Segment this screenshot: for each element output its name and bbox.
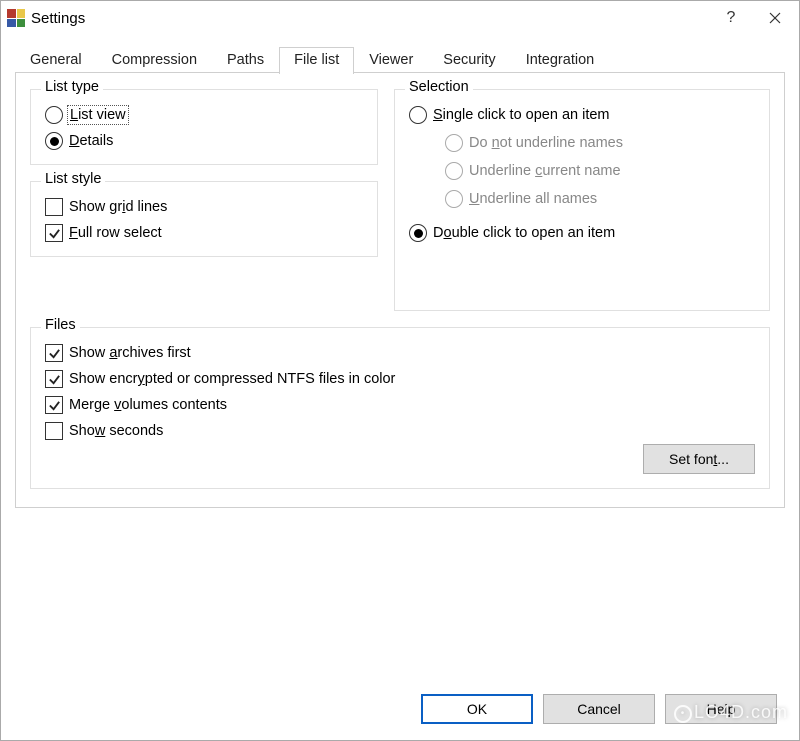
check-show-archives-label: Show archives first bbox=[69, 345, 191, 361]
checkbox-icon bbox=[45, 422, 63, 440]
checkbox-icon bbox=[45, 370, 63, 388]
tab-viewer[interactable]: Viewer bbox=[354, 47, 428, 74]
radio-details[interactable]: Details bbox=[45, 132, 363, 150]
app-icon bbox=[7, 9, 25, 27]
checkbox-icon bbox=[45, 224, 63, 242]
tab-paths[interactable]: Paths bbox=[212, 47, 279, 74]
check-merge-volumes-label: Merge volumes contents bbox=[69, 397, 227, 413]
tabstrip: General Compression Paths File list View… bbox=[15, 43, 785, 73]
radio-double-click-label: Double click to open an item bbox=[433, 225, 615, 241]
group-list-style-legend: List style bbox=[41, 171, 105, 187]
radio-icon bbox=[445, 162, 463, 180]
radio-underline-current-label: Underline current name bbox=[469, 163, 621, 179]
tab-panel-file-list: List type List view Details bbox=[15, 73, 785, 508]
check-merge-volumes[interactable]: Merge volumes contents bbox=[45, 396, 755, 414]
check-show-grid-label: Show grid lines bbox=[69, 199, 167, 215]
check-full-row-label: Full row select bbox=[69, 225, 162, 241]
close-button[interactable] bbox=[753, 3, 797, 33]
check-show-grid-lines[interactable]: Show grid lines bbox=[45, 198, 363, 216]
radio-icon bbox=[45, 132, 63, 150]
titlebar: Settings ? bbox=[1, 1, 799, 35]
radio-double-click[interactable]: Double click to open an item bbox=[409, 224, 755, 242]
cancel-button[interactable]: Cancel bbox=[543, 694, 655, 724]
check-show-seconds-label: Show seconds bbox=[69, 423, 163, 439]
radio-details-label: Details bbox=[69, 133, 113, 149]
checkbox-icon bbox=[45, 344, 63, 362]
checkbox-icon bbox=[45, 198, 63, 216]
group-list-type: List type List view Details bbox=[30, 89, 378, 165]
check-show-archives-first[interactable]: Show archives first bbox=[45, 344, 755, 362]
radio-list-view[interactable]: List view bbox=[45, 106, 363, 124]
checkbox-icon bbox=[45, 396, 63, 414]
radio-icon bbox=[445, 134, 463, 152]
radio-icon bbox=[45, 106, 63, 124]
radio-underline-all: Underline all names bbox=[445, 190, 755, 208]
tab-general[interactable]: General bbox=[15, 47, 97, 74]
radio-list-view-label: List view bbox=[69, 107, 127, 123]
radio-icon bbox=[445, 190, 463, 208]
radio-single-click-label: Single click to open an item bbox=[433, 107, 610, 123]
close-icon bbox=[769, 12, 781, 24]
button-bar: OK Cancel Help bbox=[15, 676, 785, 740]
radio-icon bbox=[409, 224, 427, 242]
radio-no-underline: Do not underline names bbox=[445, 134, 755, 152]
radio-underline-all-label: Underline all names bbox=[469, 191, 597, 207]
check-show-seconds[interactable]: Show seconds bbox=[45, 422, 755, 440]
titlebar-help-button[interactable]: ? bbox=[709, 3, 753, 33]
check-show-encrypted-label: Show encrypted or compressed NTFS files … bbox=[69, 371, 395, 387]
radio-underline-current: Underline current name bbox=[445, 162, 755, 180]
ok-button[interactable]: OK bbox=[421, 694, 533, 724]
radio-icon bbox=[409, 106, 427, 124]
group-list-style: List style Show grid lines Full row sele… bbox=[30, 181, 378, 257]
tab-file-list[interactable]: File list bbox=[279, 47, 354, 74]
tab-security[interactable]: Security bbox=[428, 47, 510, 74]
radio-single-click[interactable]: Single click to open an item bbox=[409, 106, 755, 124]
group-selection: Selection Single click to open an item D… bbox=[394, 89, 770, 311]
group-files-legend: Files bbox=[41, 317, 80, 333]
check-full-row-select[interactable]: Full row select bbox=[45, 224, 363, 242]
set-font-button[interactable]: Set font... bbox=[643, 444, 755, 474]
tab-integration[interactable]: Integration bbox=[511, 47, 610, 74]
group-list-type-legend: List type bbox=[41, 79, 103, 95]
help-button[interactable]: Help bbox=[665, 694, 777, 724]
check-show-encrypted[interactable]: Show encrypted or compressed NTFS files … bbox=[45, 370, 755, 388]
group-files: Files Show archives first Show encrypted… bbox=[30, 327, 770, 489]
group-selection-legend: Selection bbox=[405, 79, 473, 95]
tab-compression[interactable]: Compression bbox=[97, 47, 212, 74]
window-title: Settings bbox=[31, 10, 85, 27]
radio-no-underline-label: Do not underline names bbox=[469, 135, 623, 151]
